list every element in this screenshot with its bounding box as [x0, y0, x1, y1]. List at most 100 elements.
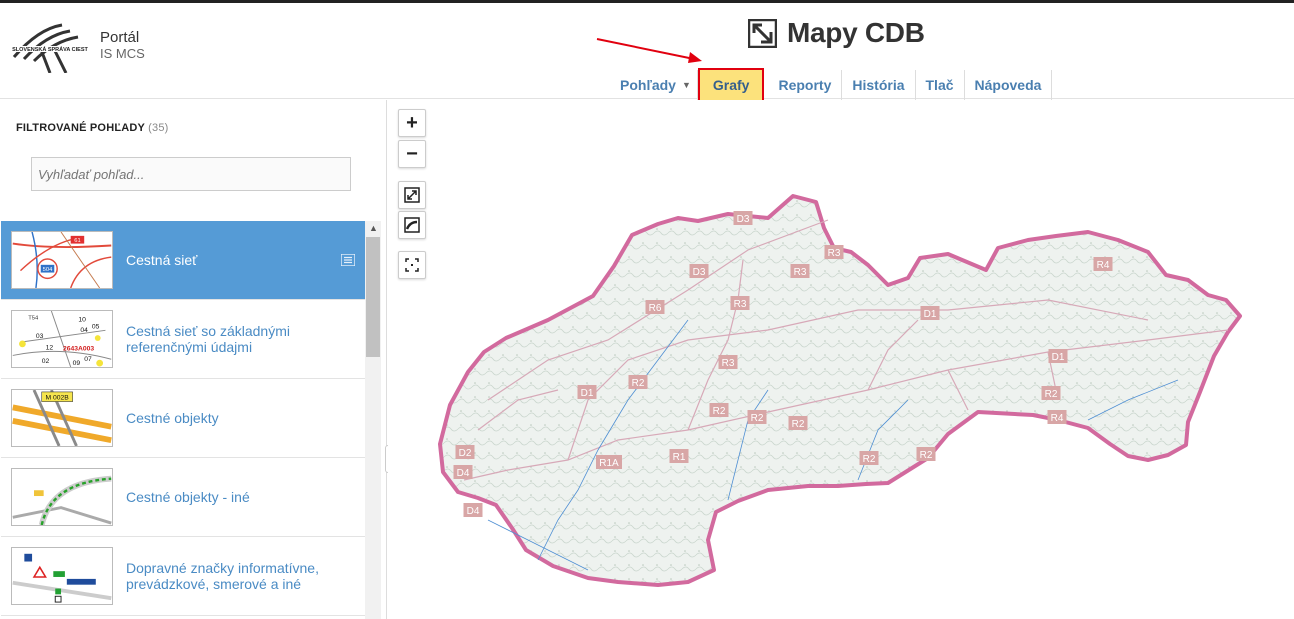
thumbnail: 61 504: [11, 231, 113, 289]
road-label: D2: [455, 445, 475, 459]
list-item-label: Cestné objekty - iné: [126, 489, 250, 505]
road-label-text: D3: [737, 214, 750, 225]
nav-reporty[interactable]: Reporty: [768, 70, 843, 100]
road-label: R1A: [596, 455, 622, 469]
road-label-text: D4: [467, 506, 480, 517]
nav-pohlady[interactable]: Pohľady ▼: [610, 70, 698, 100]
sidebar-title: FILTROVANÉ POHĽADY (35): [16, 122, 169, 134]
road-label-text: R2: [751, 413, 764, 424]
road-label: R4: [1047, 410, 1067, 424]
road-label: D1: [1048, 349, 1068, 363]
scroll-up-icon[interactable]: ▲: [369, 223, 378, 233]
app-title-text: Mapy CDB: [787, 17, 925, 48]
road-label: D1: [920, 306, 940, 320]
nav-tlac[interactable]: Tlač: [916, 70, 965, 100]
portal-title: Portál: [100, 29, 140, 46]
thumbnail: [11, 547, 113, 605]
road-label-text: R4: [1051, 413, 1064, 424]
svg-text:504: 504: [43, 267, 53, 273]
thumbnail: [11, 468, 113, 526]
road-label: R3: [790, 264, 810, 278]
road-label-text: D1: [581, 388, 594, 399]
scrollbar-thumb[interactable]: [366, 237, 380, 357]
list-item-label: Cestné objekty: [126, 410, 219, 426]
list-item-label: Cestná sieť: [126, 252, 198, 268]
view-list: 61 504 Cestná sieť T54 10 03 04 05 12 02…: [1, 221, 365, 619]
map-view[interactable]: + − D3 D3 R3 R3 R3 R3 R6 R4 D1 D1 D1 R2 …: [388, 100, 1294, 619]
svg-text:02: 02: [42, 358, 50, 365]
svg-text:61: 61: [74, 238, 80, 244]
road-label: R2: [859, 451, 879, 465]
nav-historia[interactable]: História: [842, 70, 916, 100]
road-label: R2: [788, 416, 808, 430]
list-item-label: Dopravné značky informatívne, prevádzkov…: [126, 560, 319, 592]
road-label: R1: [669, 449, 689, 463]
ssc-logo[interactable]: SLOVENSKÁ SPRÁVA CIEST: [10, 19, 90, 73]
svg-text:12: 12: [46, 345, 54, 352]
road-label-text: R3: [734, 299, 747, 310]
svg-text:04: 04: [80, 327, 88, 334]
nav-napoveda[interactable]: Nápoveda: [965, 70, 1053, 100]
svg-text:05: 05: [92, 323, 100, 330]
map-app-icon: [748, 18, 777, 48]
svg-text:10: 10: [78, 317, 86, 324]
list-item-cestne-objekty[interactable]: M 002B Cestné objekty: [1, 379, 365, 458]
svg-text:03: 03: [36, 333, 44, 340]
road-label: R2: [747, 410, 767, 424]
road-label-text: R2: [863, 454, 876, 465]
main-nav: Pohľady ▼ Grafy Reporty História Tlač Ná…: [610, 68, 1053, 102]
list-item-cestna-siet-referencne[interactable]: T54 10 03 04 05 12 02 09 07 2643A003 Ces…: [1, 300, 365, 379]
road-label-text: D1: [924, 309, 937, 320]
road-label: D4: [463, 503, 483, 517]
list-item-label: Cestná sieť so základnými referenčnými ú…: [126, 323, 290, 355]
road-label: R3: [730, 296, 750, 310]
road-label-text: D3: [693, 267, 706, 278]
portal-subtitle: IS MCS: [100, 46, 145, 61]
road-label: D1: [577, 385, 597, 399]
road-label-text: R2: [1045, 389, 1058, 400]
svg-text:SLOVENSKÁ SPRÁVA CIEST: SLOVENSKÁ SPRÁVA CIEST: [12, 46, 88, 53]
svg-text:M 002B: M 002B: [46, 395, 70, 402]
road-label-text: R1: [673, 452, 686, 463]
slovakia-map[interactable]: D3 D3 R3 R3 R3 R3 R6 R4 D1 D1 D1 R2 R2 R2 R2 R2 R2 R2 R4 R1…: [388, 100, 1294, 619]
list-scrollbar[interactable]: ▲: [365, 221, 381, 619]
header: SLOVENSKÁ SPRÁVA CIEST Portál IS MCS Map…: [0, 3, 1294, 102]
app-title: Mapy CDB: [748, 17, 925, 49]
svg-text:09: 09: [73, 360, 81, 367]
road-label: D4: [453, 465, 473, 479]
portal-name[interactable]: Portál IS MCS: [100, 29, 145, 61]
road-label-text: D4: [457, 468, 470, 479]
list-item-cestne-objekty-ine[interactable]: Cestné objekty - iné: [1, 458, 365, 537]
road-label: R2: [628, 375, 648, 389]
road-label-text: R2: [920, 450, 933, 461]
road-label: R2: [709, 403, 729, 417]
chevron-down-icon: ▼: [681, 80, 691, 90]
road-label-text: R6: [649, 303, 662, 314]
list-item-dopravne-znacky[interactable]: Dopravné značky informatívne, prevádzkov…: [1, 537, 365, 616]
road-label: D3: [689, 264, 709, 278]
road-label: R3: [824, 245, 844, 259]
road-label-text: D2: [459, 448, 472, 459]
road-label-text: R4: [1097, 260, 1110, 271]
road-label-text: R3: [794, 267, 807, 278]
list-item-cestna-siet[interactable]: 61 504 Cestná sieť: [1, 221, 365, 300]
view-search-input[interactable]: [31, 157, 351, 191]
road-label: R6: [645, 300, 665, 314]
road-label: R4: [1093, 257, 1113, 271]
svg-text:07: 07: [84, 356, 92, 363]
road-label-text: R2: [713, 406, 726, 417]
svg-text:T54: T54: [28, 316, 39, 322]
road-label-text: D1: [1052, 352, 1065, 363]
road-label: R2: [1041, 386, 1061, 400]
thumbnail: T54 10 03 04 05 12 02 09 07 2643A003: [11, 310, 113, 368]
road-label-text: R3: [722, 358, 735, 369]
sidebar: FILTROVANÉ POHĽADY (35) 61 504 Cestná si…: [0, 100, 387, 619]
annotation-arrow: [596, 38, 702, 63]
sidebar-count: (35): [148, 122, 169, 134]
nav-grafy[interactable]: Grafy: [697, 68, 765, 102]
road-label: R3: [718, 355, 738, 369]
road-label: R2: [916, 447, 936, 461]
list-menu-icon[interactable]: [341, 254, 355, 266]
thumbnail: M 002B: [11, 389, 113, 447]
road-label: D3: [733, 211, 753, 225]
